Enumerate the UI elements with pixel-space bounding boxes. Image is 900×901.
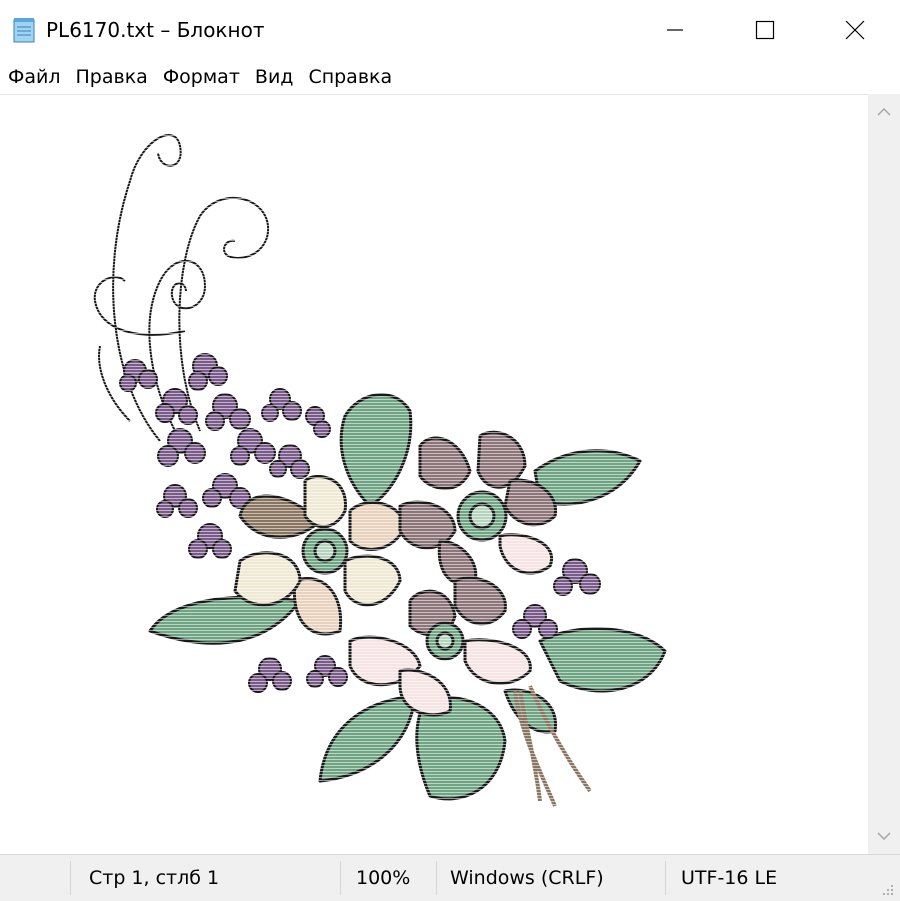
maximize-icon: [755, 20, 775, 40]
status-separator: [340, 861, 341, 895]
minimize-icon: [667, 29, 683, 31]
floral-art: [80, 111, 700, 831]
menu-edit[interactable]: Правка: [71, 62, 153, 92]
status-separator: [665, 861, 666, 895]
status-cursor-position: Стр 1, стлб 1: [89, 867, 220, 889]
maximize-button[interactable]: [720, 0, 810, 60]
status-encoding: UTF-16 LE: [681, 867, 778, 889]
close-icon: [845, 20, 865, 40]
minimize-button[interactable]: [630, 0, 720, 60]
vertical-scrollbar[interactable]: [868, 94, 900, 854]
window-title: PL6170.txt – Блокнот: [46, 18, 265, 42]
status-separator: [70, 861, 71, 895]
text-editor[interactable]: [0, 94, 868, 855]
menu-bar: Файл Правка Формат Вид Справка: [0, 60, 900, 94]
scroll-down-button[interactable]: [868, 818, 900, 854]
chevron-down-icon: [877, 832, 891, 841]
status-separator: [436, 861, 437, 895]
menu-format[interactable]: Формат: [158, 62, 245, 92]
menu-file[interactable]: Файл: [3, 62, 66, 92]
chevron-up-icon: [877, 107, 891, 116]
status-zoom: 100%: [356, 867, 411, 889]
notepad-icon: [13, 17, 37, 43]
scroll-up-button[interactable]: [868, 94, 900, 130]
close-button[interactable]: [810, 0, 900, 60]
menu-view[interactable]: Вид: [250, 62, 299, 92]
resize-grip-icon[interactable]: [880, 881, 894, 895]
title-bar[interactable]: PL6170.txt – Блокнот: [0, 0, 900, 60]
menu-help[interactable]: Справка: [303, 62, 397, 92]
status-bar: Стр 1, стлб 1 100% Windows (CRLF) UTF-16…: [0, 854, 900, 901]
status-line-endings: Windows (CRLF): [450, 867, 604, 889]
